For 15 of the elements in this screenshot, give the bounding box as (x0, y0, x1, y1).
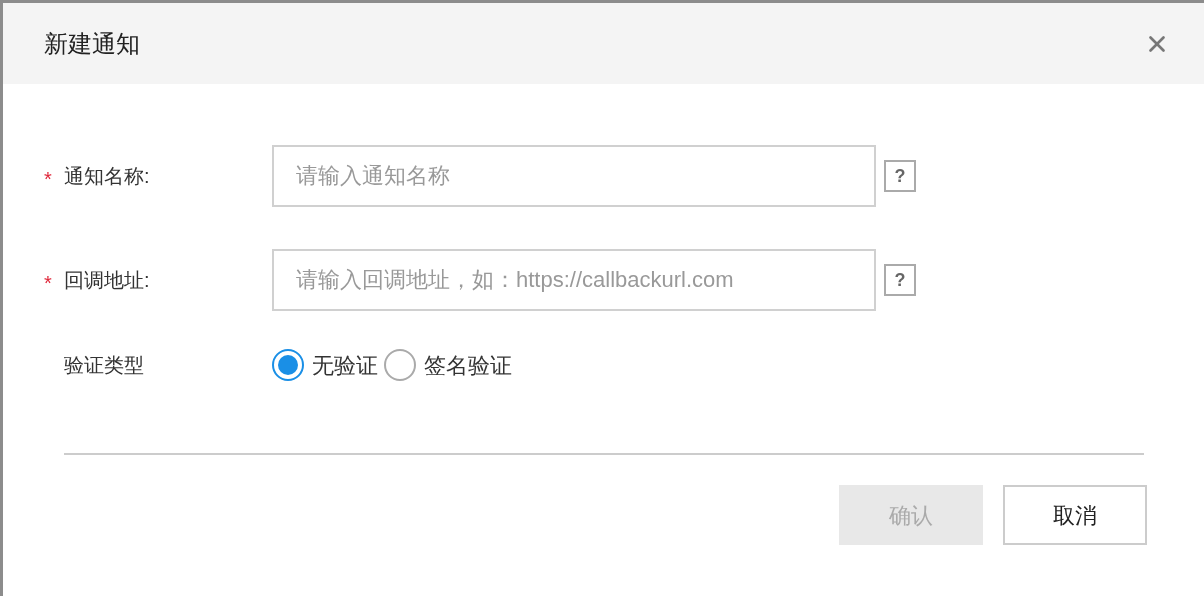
input-field[interactable]: 请输入回调地址，如：https://callbackurl.com (272, 249, 876, 311)
help-icon[interactable]: ? (884, 160, 916, 192)
radio-option[interactable]: 签名验证 (384, 348, 512, 382)
dialog-title: 新建通知 (44, 28, 140, 59)
required-mark: * (44, 167, 53, 192)
input-field[interactable]: 请输入通知名称 (272, 145, 876, 207)
radio-button[interactable] (384, 349, 416, 381)
radio-button[interactable] (272, 349, 304, 381)
cancel-button[interactable]: 取消 (1003, 485, 1147, 545)
field-label: 通知名称: (64, 164, 150, 189)
field-label: 验证类型 (64, 354, 144, 376)
help-icon[interactable]: ? (884, 264, 916, 296)
field-label: 回调地址: (64, 268, 150, 293)
radio-option[interactable]: 无验证 (272, 348, 378, 382)
required-mark: * (44, 271, 53, 296)
